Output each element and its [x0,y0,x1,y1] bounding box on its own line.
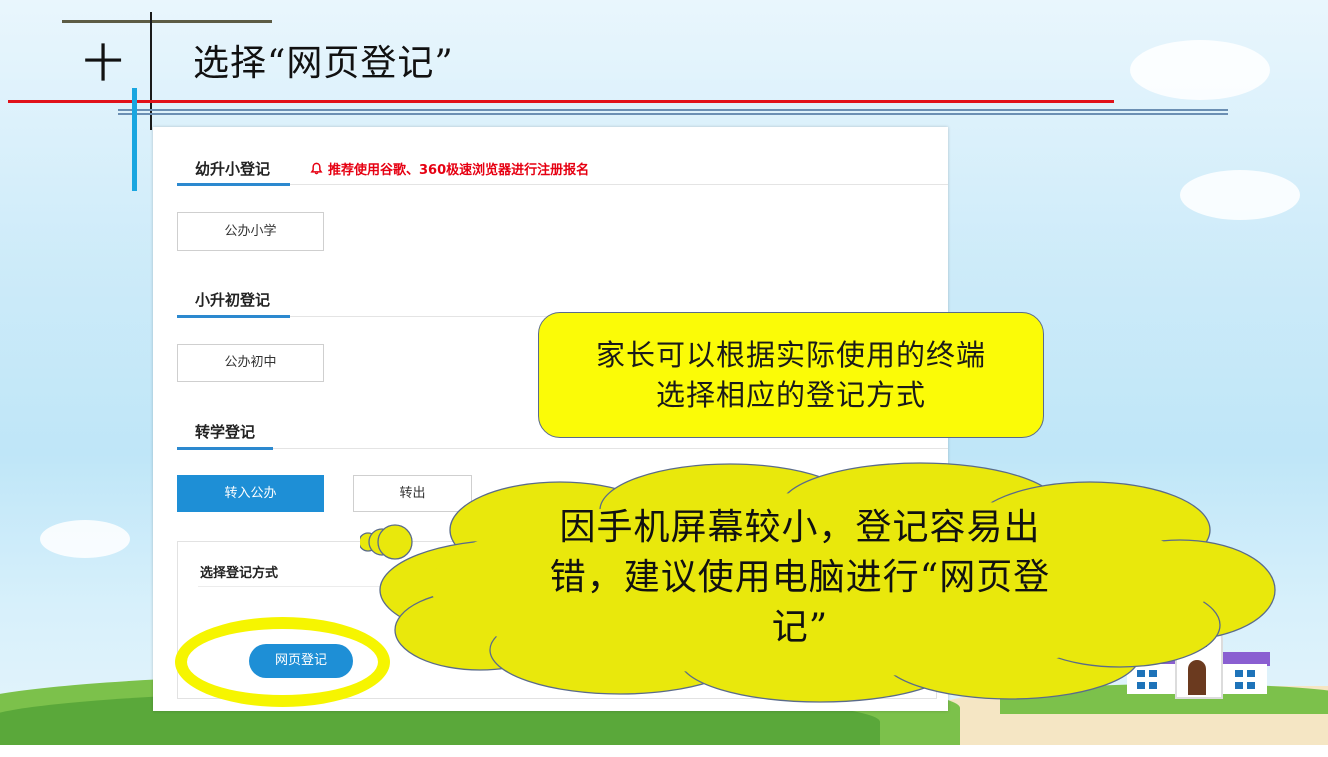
public-primary-button[interactable]: 公办小学 [177,212,324,251]
header-top-line [62,20,272,23]
section-rule [290,184,948,185]
sky-cloud [1130,40,1270,100]
header-blue-rule [118,109,1228,111]
cloud-callout-text: 因手机屏幕较小，登记容易出 错，建议使用电脑进行“网页登 记” [500,503,1100,653]
callout-box: 家长可以根据实际使用的终端 选择相应的登记方式 [538,312,1044,438]
section-title-middle: 小升初登记 [195,291,271,309]
callout-line-1: 家长可以根据实际使用的终端 [595,338,986,372]
section-rule [273,448,948,449]
transfer-in-button[interactable]: 转入公办 [177,475,324,512]
callout-line-2: 选择相应的登记方式 [655,378,926,412]
public-middle-button[interactable]: 公办初中 [177,344,324,382]
header-red-rule [8,100,1114,103]
header-number: 十 [83,41,123,87]
browser-notice: 推荐使用谷歌、360极速浏览器进行注册报名 [310,159,589,178]
mode-title: 选择登记方式 [200,566,279,581]
sky-cloud [40,520,130,558]
bell-icon [310,162,323,175]
cloud-line-1: 因手机屏幕较小，登记容易出 [559,507,1041,548]
slide-background: 十 选择“网页登记” 幼升小登记 推荐使用谷歌、360极速浏览器进行注册报名 公… [0,0,1328,757]
bottom-band [0,745,1328,757]
header-cyan-bar [132,88,137,191]
section-underline [177,447,273,450]
section-title-transfer: 转学登记 [195,423,256,441]
section-underline [177,315,290,318]
notice-text: 推荐使用谷歌、360极速浏览器进行注册报名 [328,163,590,178]
cloud-line-3: 记” [771,607,829,648]
highlight-ellipse [175,617,390,707]
header-blue-rule [118,113,1228,115]
page-title: 选择“网页登记” [193,43,454,84]
cloud-line-2: 错，建议使用电脑进行“网页登 [549,557,1051,598]
section-underline [177,183,290,186]
section-title-primary: 幼升小登记 [195,160,271,178]
sky-cloud [1180,170,1300,220]
